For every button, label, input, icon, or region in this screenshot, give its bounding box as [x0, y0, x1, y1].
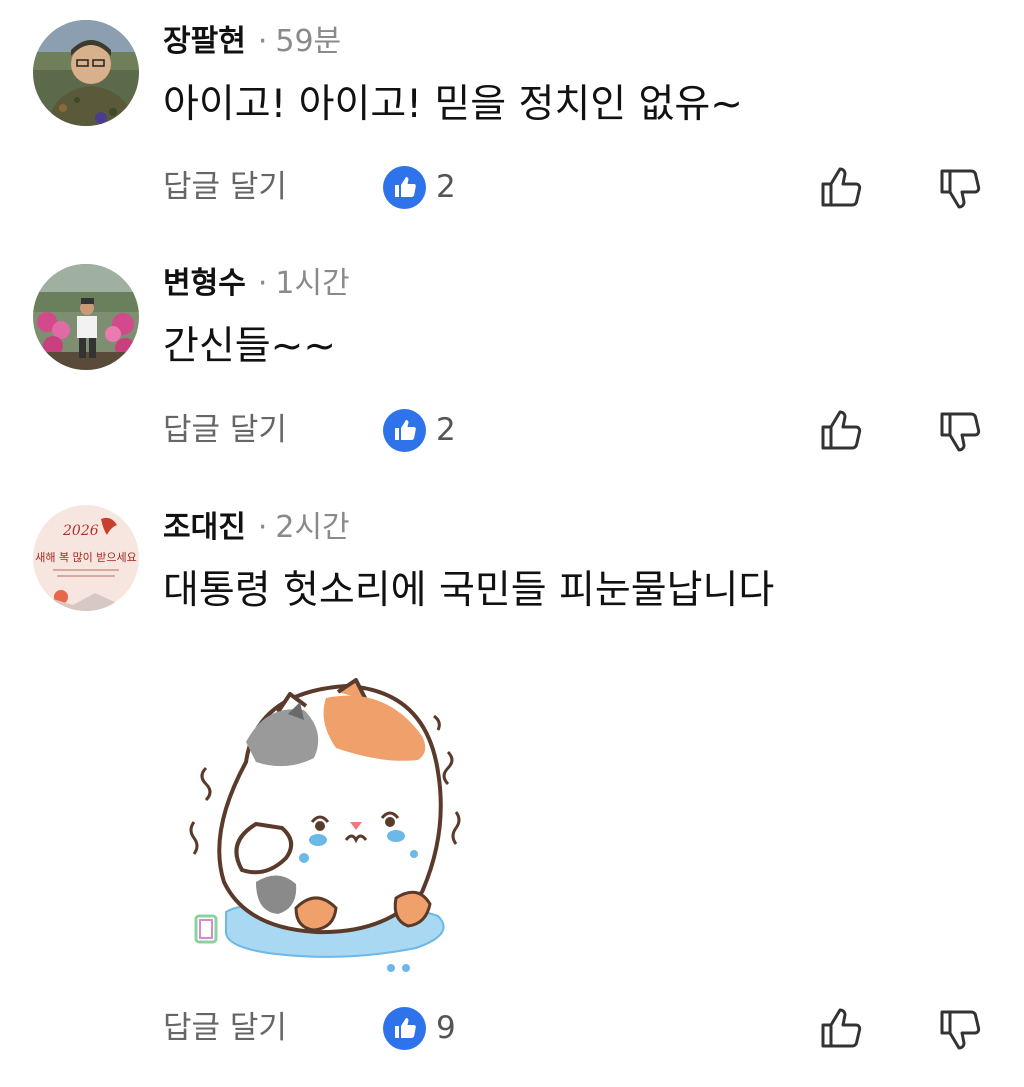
thumbs-down-outline-icon	[940, 412, 981, 452]
avatar-year: 2026	[62, 523, 99, 539]
comment-timestamp: 2시간	[275, 510, 350, 545]
separator-dot: ·	[257, 266, 268, 301]
thumbs-up-outline-icon	[821, 167, 862, 207]
thumbs-up-outline-icon	[821, 1008, 862, 1048]
avatar[interactable]	[33, 264, 139, 370]
separator-dot: ·	[257, 24, 268, 59]
reply-button[interactable]: 답글 달기	[163, 410, 287, 450]
separator-dot: ·	[257, 510, 268, 545]
author-name[interactable]: 조대진	[163, 510, 246, 545]
like-button[interactable]	[818, 1004, 866, 1052]
reaction-summary[interactable]: 9	[383, 1006, 456, 1050]
reaction-summary[interactable]: 2	[383, 408, 456, 452]
dislike-button[interactable]	[937, 165, 985, 213]
author-name[interactable]: 변형수	[163, 266, 246, 301]
avatar[interactable]: 2026 새해 복 많이 받으세요	[33, 505, 139, 611]
comment-timestamp: 1시간	[275, 266, 350, 301]
dislike-button[interactable]	[937, 1006, 985, 1054]
thumbs-up-icon	[383, 408, 426, 452]
comment-item: 변형수 · 1시간 간신들~~ 답글 달기 2	[0, 240, 1024, 490]
reply-button[interactable]: 답글 달기	[163, 1008, 287, 1048]
thumbs-down-outline-icon	[940, 1010, 981, 1050]
thumbs-up-icon	[383, 1006, 426, 1050]
like-count: 2	[436, 412, 456, 448]
like-count: 9	[436, 1010, 456, 1046]
thumbs-up-icon	[383, 165, 426, 209]
comment-timestamp: 59분	[275, 24, 342, 59]
comment-item: 장팔현 · 59분 아이고! 아이고! 믿을 정치인 없유~ 답글 달기 2	[0, 0, 1024, 240]
like-count: 2	[436, 169, 456, 205]
comment-header: 조대진 · 2시간	[163, 508, 350, 548]
comment-text: 간신들~~	[163, 324, 336, 369]
like-button[interactable]	[818, 406, 866, 454]
comment-header: 장팔현 · 59분	[163, 22, 341, 62]
comment-header: 변형수 · 1시간	[163, 264, 350, 304]
thumbs-up-outline-icon	[821, 410, 862, 450]
thumbs-down-outline-icon	[940, 169, 981, 209]
avatar-greeting: 새해 복 많이 받으세요	[35, 550, 137, 564]
avatar[interactable]	[33, 20, 139, 126]
reply-button[interactable]: 답글 달기	[163, 167, 287, 207]
comment-text: 아이고! 아이고! 믿을 정치인 없유~	[163, 82, 743, 127]
author-name[interactable]: 장팔현	[163, 24, 246, 59]
like-button[interactable]	[818, 163, 866, 211]
comment-text: 대통령 헛소리에 국민들 피눈물납니다	[163, 568, 775, 613]
crying-cat-sticker[interactable]	[186, 672, 476, 982]
comment-item: 2026 새해 복 많이 받으세요 조대진 · 2시간 대통령 헛소리에 국민들 피…	[0, 490, 1024, 1087]
reaction-summary[interactable]: 2	[383, 165, 456, 209]
dislike-button[interactable]	[937, 408, 985, 456]
